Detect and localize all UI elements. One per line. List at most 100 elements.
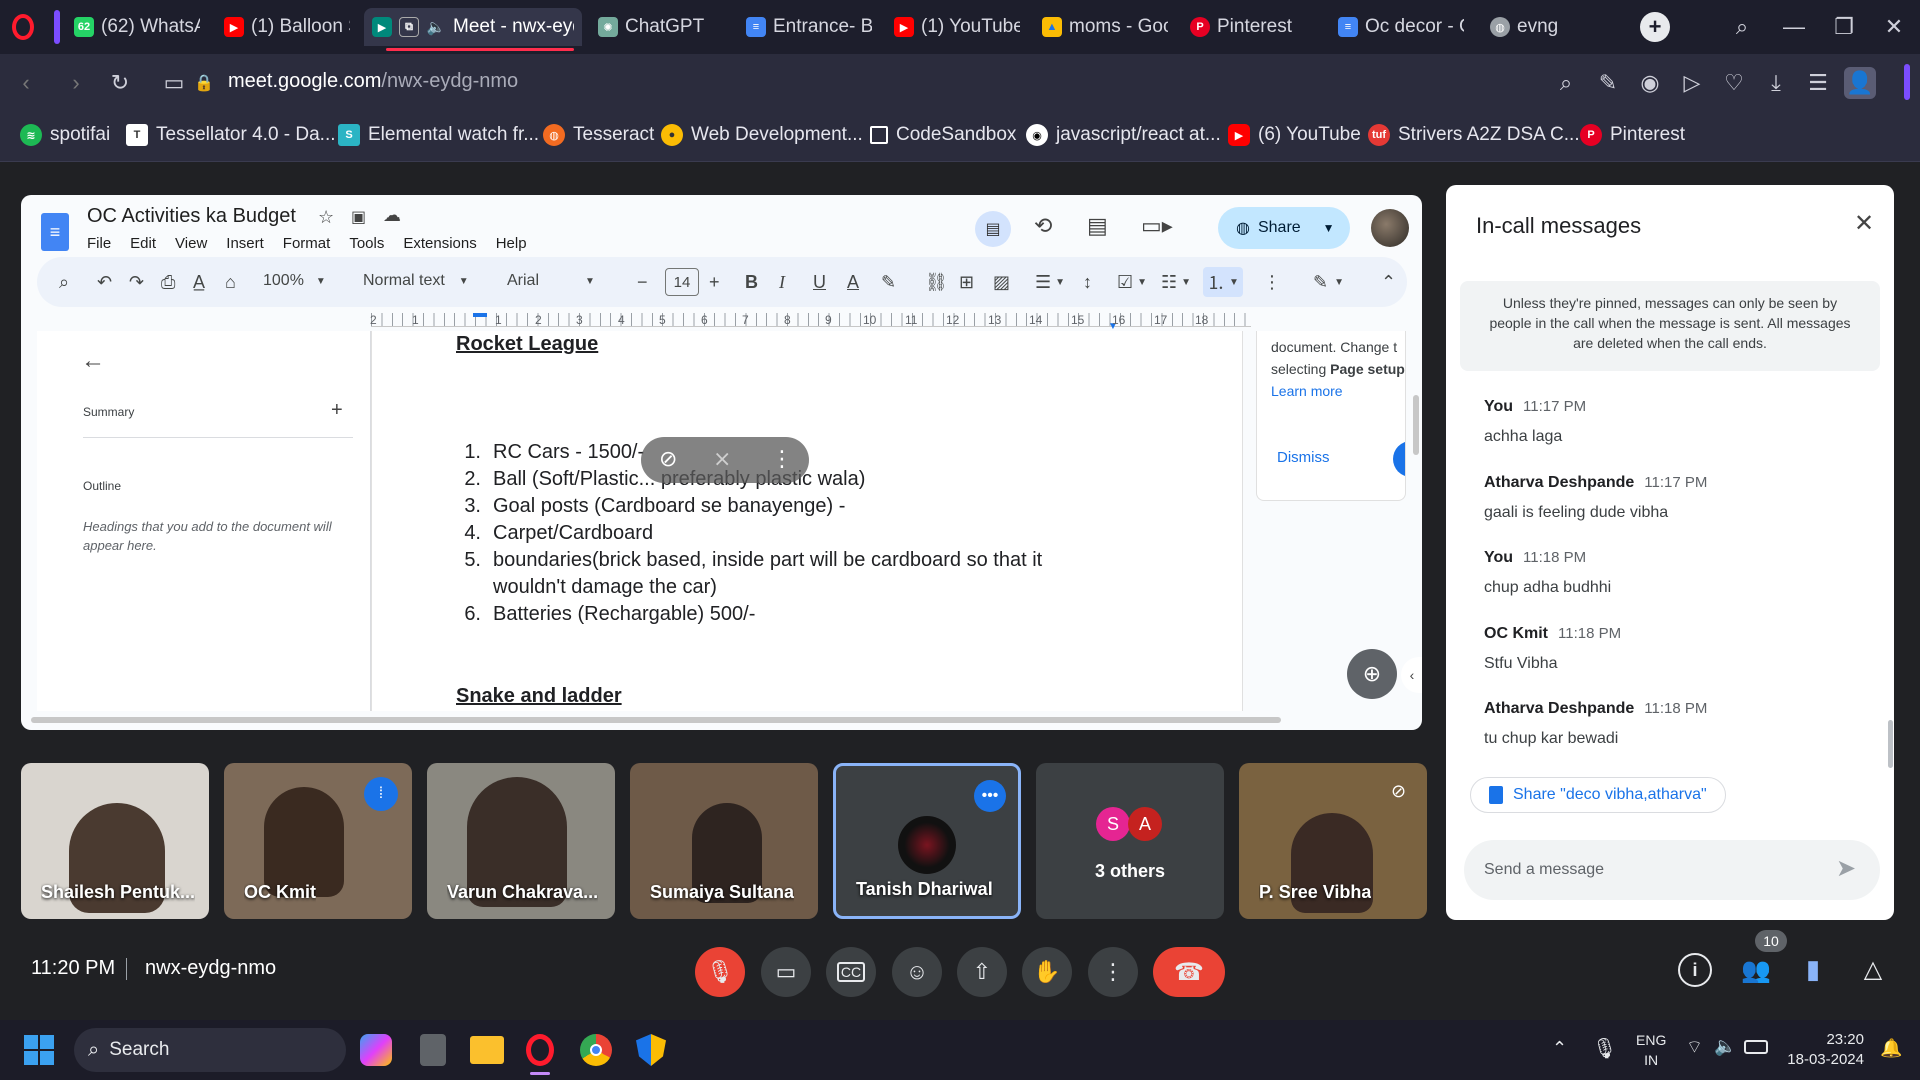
copilot-icon[interactable] <box>360 1034 392 1066</box>
ruler-left-indent-icon[interactable] <box>473 313 487 317</box>
star-icon[interactable]: ☆ <box>318 207 334 228</box>
edit-icon[interactable]: ✎ <box>1592 67 1624 99</box>
share-button[interactable]: ◍ Share ▼ <box>1218 207 1350 249</box>
zoom-select[interactable]: 100% ▼ <box>263 272 326 290</box>
tab-oc-decor[interactable]: ≡ Oc decor - G <box>1330 8 1472 46</box>
bookmark-strivers[interactable]: tuf Strivers A2Z DSA C... <box>1368 124 1580 146</box>
speaker-icon[interactable]: 🔈 <box>426 17 446 37</box>
participant-tile[interactable]: Shailesh Pentuk... <box>21 763 209 919</box>
spellcheck-icon[interactable]: A̲ <box>193 272 205 293</box>
meeting-details-icon[interactable]: i <box>1678 953 1712 987</box>
windows-start-icon[interactable] <box>24 1035 54 1065</box>
minimize-icon[interactable]: — <box>1778 11 1810 43</box>
send-icon[interactable]: ➤ <box>1836 854 1856 883</box>
docs-logo-icon[interactable]: ≡ <box>41 213 69 251</box>
mute-presentation-audio-icon[interactable]: ⨯ <box>713 446 731 472</box>
activities-button[interactable]: △ <box>1856 952 1890 986</box>
participant-tile-others[interactable]: S A 3 others <box>1036 763 1224 919</box>
close-panel-icon[interactable]: ✕ <box>1854 209 1874 238</box>
forward-icon[interactable]: › <box>60 67 92 99</box>
bookmark-youtube[interactable]: ▶ (6) YouTube <box>1228 124 1361 146</box>
tab-chatgpt[interactable]: ✺ ChatGPT <box>590 8 730 46</box>
tab-pinterest[interactable]: P Pinterest <box>1182 8 1324 46</box>
bookmark-tessellator[interactable]: T Tessellator 4.0 - Da... <box>126 124 336 146</box>
send-message-input[interactable]: Send a message <box>1464 840 1880 900</box>
dismiss-button[interactable]: Dismiss <box>1277 449 1330 466</box>
send-icon[interactable]: ▷ <box>1676 67 1708 99</box>
tab-entrance-doc[interactable]: ≡ Entrance- Bo <box>738 8 880 46</box>
reactions-button[interactable]: ☺ <box>892 947 942 997</box>
notification-bell-icon[interactable]: 🔔 <box>1880 1038 1902 1059</box>
volume-icon[interactable]: 🔈 <box>1714 1036 1736 1057</box>
menu-view[interactable]: View <box>175 235 207 252</box>
menu-insert[interactable]: Insert <box>226 235 264 252</box>
participant-tile[interactable]: Varun Chakrava... <box>427 763 615 919</box>
account-avatar[interactable] <box>1371 209 1409 247</box>
language-indicator[interactable]: ENG IN <box>1636 1030 1666 1070</box>
captions-button[interactable]: CC <box>826 947 876 997</box>
bookmark-javascript-react[interactable]: ◉ javascript/react at... <box>1026 124 1221 146</box>
comments-icon[interactable]: ▤ <box>1087 213 1108 239</box>
menu-format[interactable]: Format <box>283 235 331 252</box>
unpin-icon[interactable]: ⊘ <box>659 446 677 472</box>
paint-format-icon[interactable]: ⌂ <box>225 272 236 293</box>
more-options-button[interactable]: ⋮ <box>1088 947 1138 997</box>
bookmark-spotifai[interactable]: ≋ spotifai <box>20 124 110 146</box>
security-shield-icon[interactable] <box>636 1034 666 1066</box>
more-options-icon[interactable]: ⋮ <box>1263 272 1281 293</box>
more-options-icon[interactable]: ••• <box>974 780 1006 812</box>
wifi-icon[interactable]: ⌔ <box>1686 1036 1703 1059</box>
share-dropdown-icon[interactable]: ▼ <box>1323 221 1335 235</box>
profile-icon[interactable]: 👤 <box>1844 67 1876 99</box>
link-icon[interactable]: ⛓ <box>925 272 948 293</box>
insert-image-icon[interactable]: ▨ <box>993 272 1010 293</box>
tab-evng[interactable]: ◍ evng <box>1482 8 1624 46</box>
print-icon[interactable]: ⎙ <box>161 272 175 293</box>
reload-icon[interactable]: ↻ <box>104 67 136 99</box>
participant-tile[interactable]: ⊘ P. Sree Vibha <box>1239 763 1427 919</box>
raise-hand-button[interactable]: ✋ <box>1022 947 1072 997</box>
italic-icon[interactable]: I <box>779 272 785 293</box>
document-title[interactable]: OC Activities ka Budget <box>87 205 296 228</box>
highlight-icon[interactable]: ✎ <box>881 272 896 293</box>
search-menus-icon[interactable]: ⌕ <box>59 272 69 293</box>
url-field[interactable]: meet.google.com/nwx-eydg-nmo <box>228 70 518 93</box>
tab-drive-moms[interactable]: ▲ moms - Goo <box>1034 8 1176 46</box>
participant-tile[interactable]: ⁞ OC Kmit <box>224 763 412 919</box>
leave-call-button[interactable]: ☎ <box>1153 947 1225 997</box>
search-tabs-icon[interactable]: ⌕ <box>1726 11 1758 43</box>
participant-tile-active[interactable]: ••• Tanish Dhariwal <box>833 763 1021 919</box>
show-hidden-icons-icon[interactable]: ⌃ <box>1552 1038 1567 1059</box>
participant-tile[interactable]: Sumaiya Sultana <box>630 763 818 919</box>
easy-setup-icon[interactable]: ☰ <box>1802 67 1834 99</box>
move-folder-icon[interactable]: ▣ <box>351 207 366 227</box>
restore-icon[interactable]: ❐ <box>1828 11 1860 43</box>
more-options-icon[interactable]: ⋮ <box>771 446 793 472</box>
add-summary-icon[interactable]: + <box>331 399 343 422</box>
present-to-meeting-icon[interactable]: ▤ <box>975 211 1011 247</box>
camera-toggle-button[interactable]: ▭ <box>761 947 811 997</box>
chrome-icon[interactable] <box>580 1034 612 1066</box>
font-select[interactable]: Arial ▼ <box>507 272 595 290</box>
present-now-button[interactable]: ⇧ <box>957 947 1007 997</box>
bookmark-pinterest[interactable]: P Pinterest <box>1580 124 1685 146</box>
align-icon[interactable]: ☰ ▼ <box>1035 272 1065 293</box>
clock[interactable]: 23:20 18-03-2024 <box>1784 1030 1864 1070</box>
version-history-icon[interactable]: ⟲ <box>1034 213 1052 239</box>
microphone-tray-icon[interactable]: 🎙 <box>1592 1036 1617 1061</box>
collapse-side-icon[interactable]: ‹ <box>1401 657 1422 693</box>
opera-logo-icon[interactable] <box>12 14 34 40</box>
mic-toggle-button[interactable]: 🎙 <box>695 947 745 997</box>
download-icon[interactable]: ⤓ <box>1760 67 1792 99</box>
bookmark-tesseract[interactable]: ◍ Tesseract <box>543 124 654 146</box>
tip-next-button[interactable] <box>1393 441 1405 477</box>
taskbar-search[interactable]: ⌕ Search <box>74 1028 346 1072</box>
tab-youtube[interactable]: ▶ (1) YouTube <box>886 8 1028 46</box>
calculator-icon[interactable] <box>420 1034 446 1066</box>
bookmark-elemental-watch[interactable]: S Elemental watch fr... <box>338 124 539 146</box>
menu-edit[interactable]: Edit <box>130 235 156 252</box>
people-button[interactable]: 👥 <box>1736 950 1776 990</box>
line-spacing-icon[interactable]: ↕ <box>1083 272 1092 293</box>
lens-search-icon[interactable]: ⌕ <box>1550 67 1582 99</box>
bold-icon[interactable]: B <box>745 272 758 293</box>
